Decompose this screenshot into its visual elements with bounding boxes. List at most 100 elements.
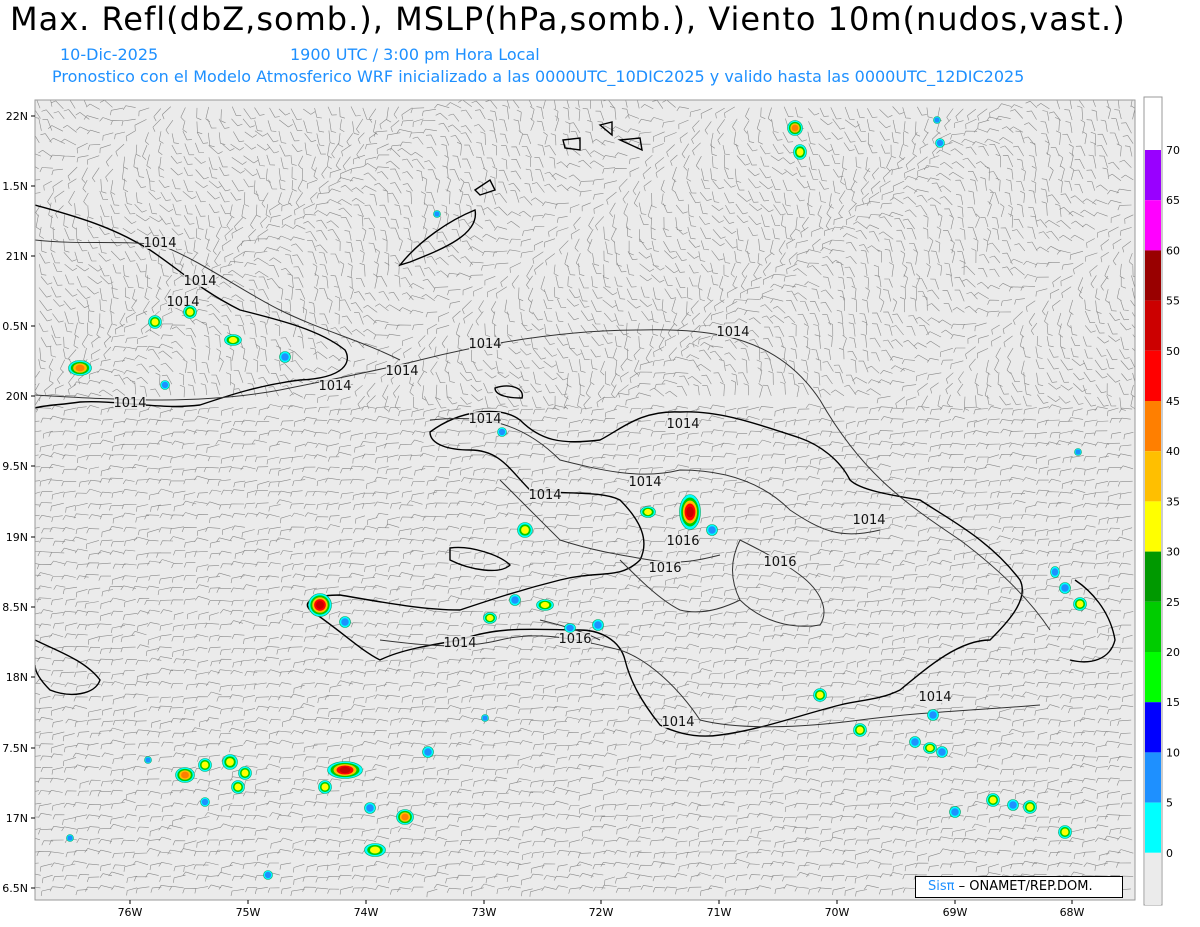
colorbar-swatch bbox=[1145, 150, 1161, 201]
isobar-label: 1016 bbox=[648, 561, 681, 576]
reflectivity-cell bbox=[279, 351, 291, 363]
colorbar-tick-label: 5 bbox=[1166, 797, 1173, 810]
reflectivity-cell bbox=[224, 334, 242, 346]
isobar-label: 1014 bbox=[628, 475, 661, 490]
reflectivity-cell bbox=[787, 120, 803, 136]
reflectivity-cell bbox=[231, 780, 245, 794]
reflectivity-cell bbox=[68, 360, 92, 376]
reflectivity-cell bbox=[933, 116, 941, 124]
reflectivity-cell bbox=[481, 714, 489, 722]
isobar-label: 1014 bbox=[468, 337, 501, 352]
isobar-label: 1014 bbox=[113, 396, 146, 411]
colorbar-swatch bbox=[1145, 350, 1161, 401]
lat-tick-label: 8.5N bbox=[2, 601, 28, 614]
colorbar-tick-label: 10 bbox=[1166, 746, 1180, 759]
reflectivity-cell bbox=[497, 427, 507, 437]
isobar-label: 1016 bbox=[763, 555, 796, 570]
colorbar-tick-label: 50 bbox=[1166, 345, 1180, 358]
colorbar-tick-label: 30 bbox=[1166, 546, 1180, 559]
reflectivity-cell bbox=[198, 758, 212, 772]
isobar-label: 1014 bbox=[918, 690, 951, 705]
colorbar-swatch bbox=[1145, 300, 1161, 351]
reflectivity-cell bbox=[483, 612, 497, 624]
colorbar-swatch bbox=[1145, 401, 1161, 452]
lon-tick-label: 68W bbox=[1060, 906, 1085, 919]
colorbar-swatch bbox=[1145, 702, 1161, 753]
reflectivity-cell bbox=[1073, 597, 1087, 611]
lat-tick-label: 18N bbox=[6, 671, 28, 684]
colorbar-tick-label: 60 bbox=[1166, 244, 1180, 257]
isobar-label: 1014 bbox=[385, 364, 418, 379]
reflectivity-cell bbox=[564, 623, 576, 633]
lon-tick-label: 71W bbox=[707, 906, 732, 919]
reflectivity-cell bbox=[986, 793, 1000, 807]
lat-tick-label: 6.5N bbox=[2, 882, 28, 895]
lat-tick-label: 20N bbox=[6, 390, 28, 403]
colorbar-tick-label: 25 bbox=[1166, 596, 1180, 609]
reflectivity-cell bbox=[144, 756, 152, 764]
reflectivity-cell bbox=[339, 616, 351, 628]
isobar-label: 1014 bbox=[528, 488, 561, 503]
reflectivity-cell bbox=[509, 594, 521, 606]
isobar-label: 1014 bbox=[443, 636, 476, 651]
reflectivity-cell bbox=[160, 380, 170, 390]
lat-tick-label: 22N bbox=[6, 110, 28, 123]
colorbar-swatch bbox=[1145, 451, 1161, 502]
reflectivity-cell bbox=[364, 843, 386, 857]
longitude-axis: 76W 75W 74W 73W 72W 71W 70W 69W 68W bbox=[118, 900, 1085, 919]
colorbar-swatch bbox=[1145, 852, 1161, 905]
reflectivity-cell bbox=[422, 746, 434, 758]
reflectivity-cell bbox=[183, 305, 197, 319]
colorbar-swatch bbox=[1145, 250, 1161, 301]
isobar-label: 1016 bbox=[666, 534, 699, 549]
colorbar-tick-label: 40 bbox=[1166, 445, 1180, 458]
isobar-label: 1014 bbox=[183, 274, 216, 289]
reflectivity-cell bbox=[308, 593, 332, 617]
reflectivity-cell bbox=[1023, 800, 1037, 814]
lon-tick-label: 69W bbox=[943, 906, 968, 919]
reflectivity-cell bbox=[66, 834, 74, 842]
forecast-map: 1014 1014 1014 1014 1014 1014 1014 1014 1014 1014… bbox=[2, 96, 1180, 919]
reflectivity-cell bbox=[318, 780, 332, 794]
colorbar-swatch bbox=[1145, 752, 1161, 803]
lat-tick-label: 21N bbox=[6, 250, 28, 263]
lon-tick-label: 74W bbox=[354, 906, 379, 919]
colorbar-swatch bbox=[1145, 802, 1161, 853]
isobar-label: 1014 bbox=[143, 236, 176, 251]
reflectivity-cell bbox=[396, 809, 414, 825]
lat-tick-label: 7.5N bbox=[2, 742, 28, 755]
reflectivity-cell bbox=[706, 524, 718, 536]
reflectivity-cell bbox=[517, 522, 533, 538]
reflectivity-cell bbox=[679, 494, 701, 530]
isobar-label: 1014 bbox=[666, 417, 699, 432]
colorbar-tick-label: 15 bbox=[1166, 696, 1180, 709]
lat-tick-label: 1.5N bbox=[2, 180, 28, 193]
reflectivity-cell bbox=[327, 761, 363, 779]
isobar-label: 1014 bbox=[852, 513, 885, 528]
reflectivity-cell bbox=[1058, 825, 1072, 839]
reflectivity-cell bbox=[936, 746, 948, 758]
credit-text: – ONAMET/REP.DOM. bbox=[958, 879, 1093, 894]
latitude-axis: 22N 1.5N 21N 0.5N 20N 9.5N 19N 8.5N 18N 7.5N 17N 6.… bbox=[2, 110, 35, 895]
colorbar-tick-label: 0 bbox=[1166, 847, 1173, 860]
isobar-label: 1014 bbox=[318, 379, 351, 394]
lon-tick-label: 76W bbox=[118, 906, 143, 919]
colorbar-swatch bbox=[1145, 601, 1161, 652]
sispi-logo: Sisπ bbox=[928, 879, 955, 894]
lon-tick-label: 73W bbox=[472, 906, 497, 919]
reflectivity-cell bbox=[640, 506, 656, 518]
isobar-label: 1016 bbox=[558, 632, 591, 647]
colorbar-tick-label: 35 bbox=[1166, 495, 1180, 508]
reflectivity-cell bbox=[536, 599, 554, 611]
plot-background bbox=[35, 100, 1135, 900]
reflectivity-cell bbox=[238, 766, 252, 780]
reflectivity-cell bbox=[200, 797, 210, 807]
colorbar-tick-label: 20 bbox=[1166, 646, 1180, 659]
reflectivity-cell bbox=[148, 315, 162, 329]
colorbar-swatch bbox=[1145, 652, 1161, 703]
reflectivity-cell bbox=[935, 138, 945, 148]
reflectivity-cell bbox=[175, 767, 195, 783]
lon-tick-label: 75W bbox=[236, 906, 261, 919]
lon-tick-label: 70W bbox=[825, 906, 850, 919]
reflectivity-cell bbox=[433, 210, 441, 218]
